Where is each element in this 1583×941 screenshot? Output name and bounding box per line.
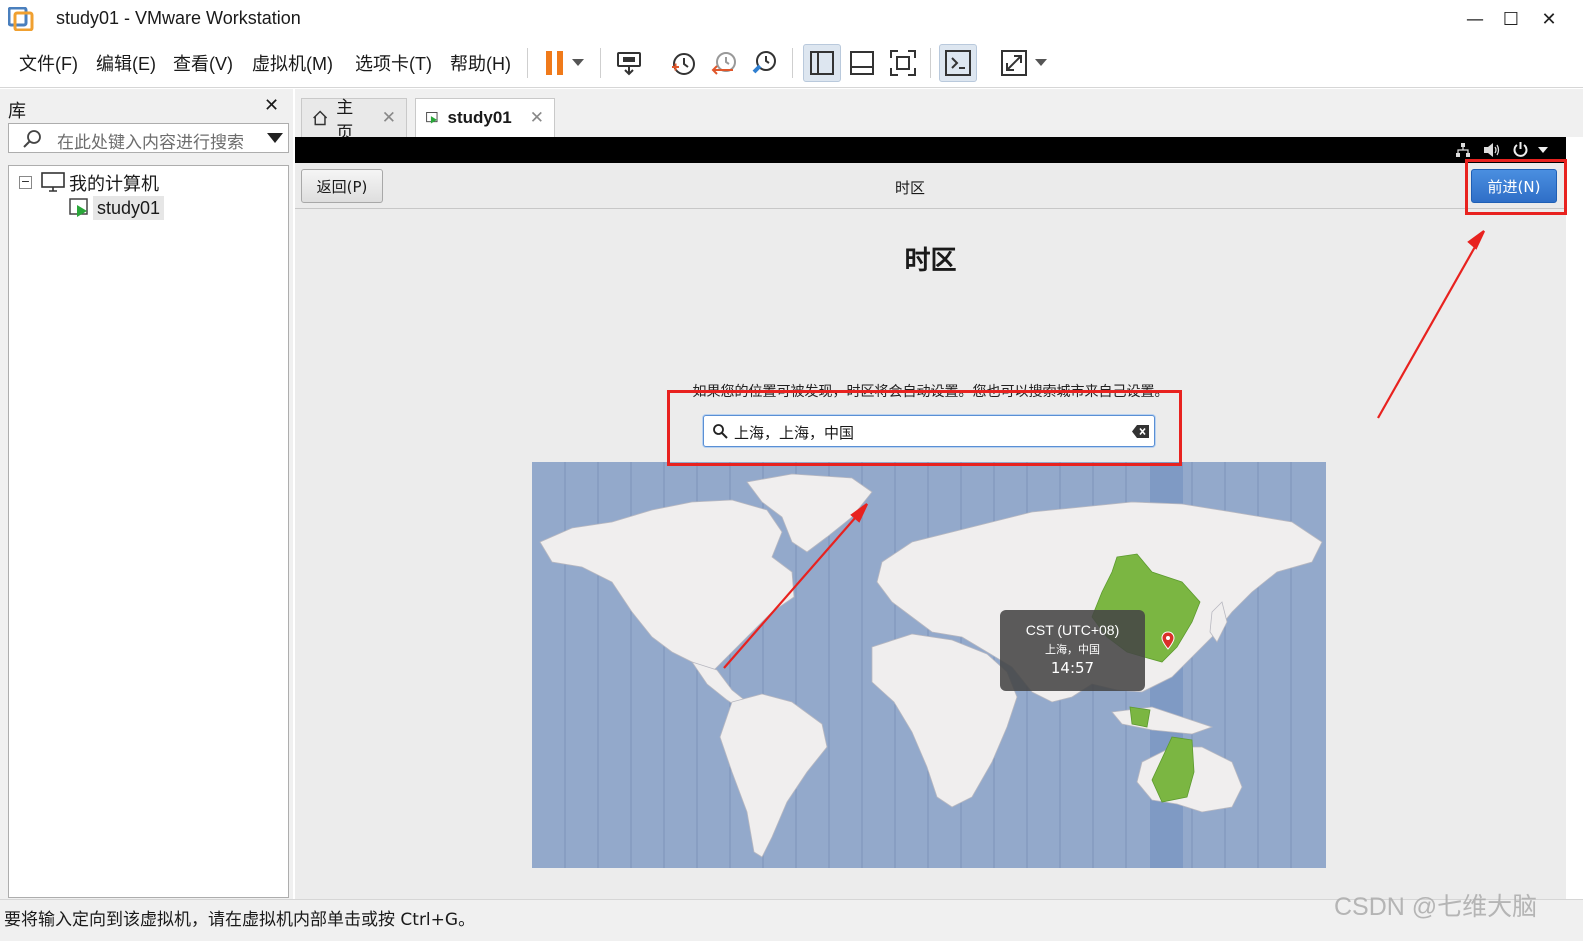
library-view-icon [810,51,834,75]
search-icon [23,130,41,148]
tooltip-time: 14:57 [1050,659,1095,677]
stretch-dropdown-button[interactable] [1029,44,1053,82]
tree-item-my-computer[interactable]: 我的计算机 [69,170,159,196]
library-tree: − 我的计算机 study01 [8,165,289,898]
stretch-icon [1001,50,1027,76]
take-snapshot-button[interactable] [664,44,702,82]
tab-study01[interactable]: study01 ✕ [415,98,555,137]
annotation-box-next [1465,159,1567,215]
menu-view[interactable]: 查看(V) [173,50,233,76]
revert-snapshot-button[interactable] [706,44,744,82]
thumbnail-view-button[interactable] [843,44,881,82]
tab-study01-label: study01 [447,108,512,127]
toolbar-separator [792,48,793,78]
send-ctrl-alt-del-button[interactable] [610,44,648,82]
menu-file[interactable]: 文件(F) [19,50,78,76]
pause-icon [546,51,563,75]
back-button[interactable]: 返回(P) [301,169,383,203]
watermark-text: CSDN @七维大脑 [1334,893,1538,921]
library-view-button[interactable] [803,44,841,82]
console-view-icon [945,50,971,76]
console-view-button[interactable] [939,44,977,82]
maximize-button[interactable]: ☐ [1493,4,1529,34]
power-icon[interactable] [1512,141,1529,158]
tab-study01-close-button[interactable]: ✕ [530,108,544,128]
annotation-box-search [667,390,1182,466]
dropdown-icon [1035,59,1047,66]
toolbar-separator [930,48,931,78]
thumbnail-view-icon [850,51,874,75]
home-icon [313,110,328,126]
library-panel: 库 ✕ 在此处键入内容进行搜索 − 我的计算机 study01 [0,89,293,899]
snapshot-manager-icon [752,51,776,74]
installer-header: 返回(P) 时区 前进(N) [295,163,1566,209]
tree-item-vm[interactable]: study01 [93,196,165,220]
toolbar-separator [600,48,601,78]
tab-home[interactable]: 主页 ✕ [301,98,407,143]
chevron-down-icon[interactable] [267,133,283,143]
menu-tabs[interactable]: 选项卡(T) [355,50,432,76]
snapshot-icon [672,53,695,75]
power-dropdown-button[interactable] [566,44,590,82]
status-text: 要将输入定向到该虚拟机，请在虚拟机内部单击或按 Ctrl+G。 [4,910,476,930]
library-search-input[interactable]: 在此处键入内容进行搜索 [8,123,289,153]
guest-top-bar [295,137,1566,163]
tree-item-vm-label: study01 [97,198,161,218]
tab-home-label: 主页 [336,98,354,143]
volume-icon[interactable] [1483,142,1501,158]
vm-display[interactable]: 返回(P) 时区 前进(N) 时区 如果您的位置可被发现，时区将会自动设置。您也… [295,137,1566,899]
library-close-button[interactable]: ✕ [264,95,279,116]
page-title: 时区 [904,246,957,276]
revert-snapshot-icon [711,52,736,75]
snapshot-manager-button[interactable] [746,44,784,82]
computer-icon [41,172,65,192]
tab-strip: 主页 ✕ study01 ✕ [295,89,1583,143]
network-icon[interactable] [1455,142,1471,158]
world-timezone-map[interactable] [532,462,1326,868]
minimize-button[interactable]: — [1457,4,1493,34]
tree-collapse-toggle[interactable]: − [19,176,32,189]
toolbar-separator [527,48,528,78]
close-button[interactable]: ✕ [1531,4,1567,34]
tooltip-city: 上海，中国 [1045,643,1100,656]
fullscreen-button[interactable] [884,44,922,82]
menu-toolbar-bar: 文件(F) 编辑(E) 查看(V) 虚拟机(M) 选项卡(T) 帮助(H) [0,38,1583,88]
stretch-button[interactable] [995,44,1033,82]
send-ctrl-alt-del-icon [617,52,641,76]
title-bar: study01 - VMware Workstation — ☐ ✕ [0,0,1583,38]
timezone-tooltip: CST (UTC+08) 上海，中国 14:57 [1000,610,1145,691]
menu-vm[interactable]: 虚拟机(M) [252,50,333,76]
chevron-down-icon[interactable] [1538,147,1548,153]
vm-icon [69,198,88,217]
library-title: 库 [8,101,26,122]
tooltip-zone: CST (UTC+08) [1025,622,1120,638]
library-search-placeholder: 在此处键入内容进行搜索 [57,133,244,152]
window-title: study01 - VMware Workstation [56,8,301,28]
menu-help[interactable]: 帮助(H) [450,50,511,76]
fullscreen-icon [890,50,916,76]
vmware-logo-icon [8,7,34,31]
tab-home-close-button[interactable]: ✕ [382,108,396,128]
menu-edit[interactable]: 编辑(E) [96,50,156,76]
dropdown-icon [572,59,584,66]
header-title: 时区 [895,179,926,197]
vm-icon [426,112,438,124]
